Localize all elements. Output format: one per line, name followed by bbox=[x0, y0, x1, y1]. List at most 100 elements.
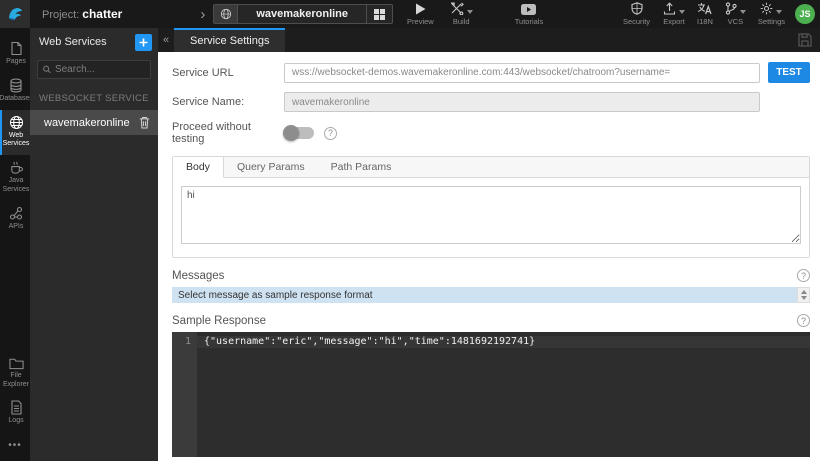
service-name-row: Service Name: bbox=[172, 92, 810, 112]
proceed-label: Proceed without testing bbox=[172, 121, 251, 145]
preview-button[interactable]: Preview bbox=[407, 2, 434, 26]
more-options-icon[interactable] bbox=[0, 432, 30, 461]
scroll-down-icon[interactable] bbox=[800, 296, 807, 300]
logs-document-icon bbox=[10, 400, 22, 415]
preview-label: Preview bbox=[407, 17, 434, 26]
translate-icon bbox=[697, 2, 713, 15]
settings-button[interactable]: Settings bbox=[758, 2, 785, 26]
globe-icon bbox=[214, 5, 239, 23]
top-bar: Project:chatter wavemakeronline Preview bbox=[0, 0, 820, 28]
service-item-label: wavemakeronline bbox=[44, 116, 130, 129]
page-icon bbox=[11, 41, 22, 56]
messages-scrollbar[interactable] bbox=[797, 287, 810, 303]
sidebar-item-web-services[interactable]: Web Services bbox=[0, 109, 30, 155]
main-area: Service Settings Service URL TEST Servic… bbox=[158, 28, 820, 461]
i18n-button[interactable]: I18N bbox=[697, 2, 713, 26]
sample-response-header: Sample Response bbox=[172, 314, 810, 327]
vcs-caret-icon bbox=[739, 10, 746, 14]
messages-header: Messages bbox=[172, 269, 810, 282]
body-textarea[interactable]: hi bbox=[181, 186, 801, 244]
messages-help-icon[interactable] bbox=[797, 269, 810, 282]
proceed-without-testing-row: Proceed without testing bbox=[172, 121, 810, 145]
service-url-input[interactable] bbox=[284, 62, 760, 83]
project-breadcrumb: Project: chatter bbox=[42, 7, 122, 21]
web-services-panel: Web Services WEBSOCKET SERVICE wavemaker… bbox=[30, 28, 158, 461]
app-window: Project:chatter wavemakeronline Preview bbox=[0, 0, 820, 461]
search-input[interactable] bbox=[54, 64, 145, 75]
service-url-label: Service URL bbox=[172, 66, 234, 79]
database-icon bbox=[10, 78, 22, 93]
tab-service-settings[interactable]: Service Settings bbox=[174, 28, 286, 52]
open-service-tab-label: wavemakeronline bbox=[256, 8, 349, 20]
i18n-label: I18N bbox=[697, 17, 713, 26]
sidebar-label-pages: Pages bbox=[6, 58, 26, 65]
vcs-label: VCS bbox=[727, 17, 744, 26]
security-button[interactable]: Security bbox=[623, 2, 650, 26]
project-label: Project: bbox=[42, 9, 80, 21]
save-button[interactable] bbox=[790, 28, 820, 52]
sample-response-help-icon[interactable] bbox=[797, 314, 810, 327]
vcs-button[interactable]: VCS bbox=[725, 2, 746, 26]
sidebar-label-databases: Databases bbox=[0, 94, 33, 102]
service-name-input bbox=[284, 92, 760, 112]
project-name: chatter bbox=[82, 7, 123, 21]
play-icon bbox=[415, 2, 426, 15]
tabbar-spacer bbox=[285, 28, 790, 52]
export-label: Export bbox=[663, 17, 685, 26]
sidebar-label-apis: APIs bbox=[8, 222, 24, 230]
build-tools-icon bbox=[450, 2, 464, 15]
service-search[interactable] bbox=[37, 60, 151, 79]
sidebar-item-file-explorer[interactable]: File Explorer bbox=[0, 352, 30, 396]
open-service-tab[interactable]: wavemakeronline bbox=[213, 4, 394, 24]
proceed-help-icon[interactable] bbox=[324, 126, 337, 140]
gear-icon bbox=[761, 2, 773, 15]
websocket-service-section-title: WEBSOCKET SERVICE bbox=[39, 93, 149, 104]
editor-gutter: 1 bbox=[172, 332, 197, 457]
wavemaker-logo[interactable] bbox=[0, 0, 30, 28]
grid-icon[interactable] bbox=[366, 5, 392, 23]
export-caret-icon bbox=[679, 10, 686, 14]
request-params-panel: Body Query Params Path Params hi bbox=[172, 156, 810, 258]
search-icon bbox=[43, 65, 51, 74]
proceed-toggle[interactable] bbox=[283, 125, 314, 141]
editor-code-area[interactable]: {"username":"eric","message":"hi","time"… bbox=[197, 332, 810, 457]
service-list-item[interactable]: wavemakeronline bbox=[30, 110, 158, 135]
sample-response-editor[interactable]: 1 {"username":"eric","message":"hi","tim… bbox=[172, 332, 810, 457]
add-service-button[interactable] bbox=[135, 33, 152, 51]
left-icon-strip: Pages Databases Web Services Java Servic… bbox=[0, 28, 33, 461]
sidebar-item-logs[interactable]: Logs bbox=[0, 395, 30, 432]
settings-caret-icon bbox=[776, 10, 783, 14]
messages-title: Messages bbox=[172, 269, 225, 282]
youtube-icon bbox=[521, 2, 537, 15]
build-button[interactable]: Build bbox=[450, 2, 473, 26]
message-select-option[interactable]: Select message as sample response format bbox=[172, 287, 797, 303]
tab-query-params[interactable]: Query Params bbox=[224, 157, 318, 177]
export-button[interactable]: Export bbox=[663, 2, 686, 26]
sidebar-item-pages[interactable]: Pages bbox=[0, 36, 30, 73]
folder-icon bbox=[8, 358, 24, 369]
branch-icon bbox=[725, 2, 737, 15]
tab-path-params[interactable]: Path Params bbox=[318, 157, 405, 177]
scroll-up-icon[interactable] bbox=[800, 290, 807, 294]
sidebar-item-apis[interactable]: APIs bbox=[0, 201, 30, 238]
code-line: {"username":"eric","message":"hi","time"… bbox=[197, 336, 810, 348]
sidebar-label-logs: Logs bbox=[8, 417, 24, 425]
panel-header: Web Services bbox=[30, 28, 158, 56]
trash-icon[interactable] bbox=[139, 116, 150, 129]
security-label: Security bbox=[622, 17, 651, 26]
body-tab-panel: hi bbox=[173, 178, 809, 257]
tutorials-button[interactable]: Tutorials bbox=[515, 2, 543, 26]
settings-label: Settings bbox=[757, 17, 785, 26]
sidebar-item-java-services[interactable]: Java Services bbox=[0, 155, 30, 201]
user-avatar[interactable]: JS bbox=[795, 4, 815, 24]
test-button[interactable]: TEST bbox=[768, 62, 810, 83]
toggle-knob bbox=[283, 125, 299, 141]
sidebar-label-java-services: Java Services bbox=[2, 177, 30, 193]
sidebar-item-databases[interactable]: Databases bbox=[0, 73, 33, 110]
sidebar-label-file-explorer: File Explorer bbox=[2, 371, 30, 388]
tutorials-label: Tutorials bbox=[514, 17, 544, 26]
globe-icon bbox=[9, 115, 23, 129]
tab-body[interactable]: Body bbox=[173, 157, 224, 178]
panel-title: Web Services bbox=[39, 36, 107, 48]
collapse-panel-icon[interactable] bbox=[158, 28, 174, 52]
